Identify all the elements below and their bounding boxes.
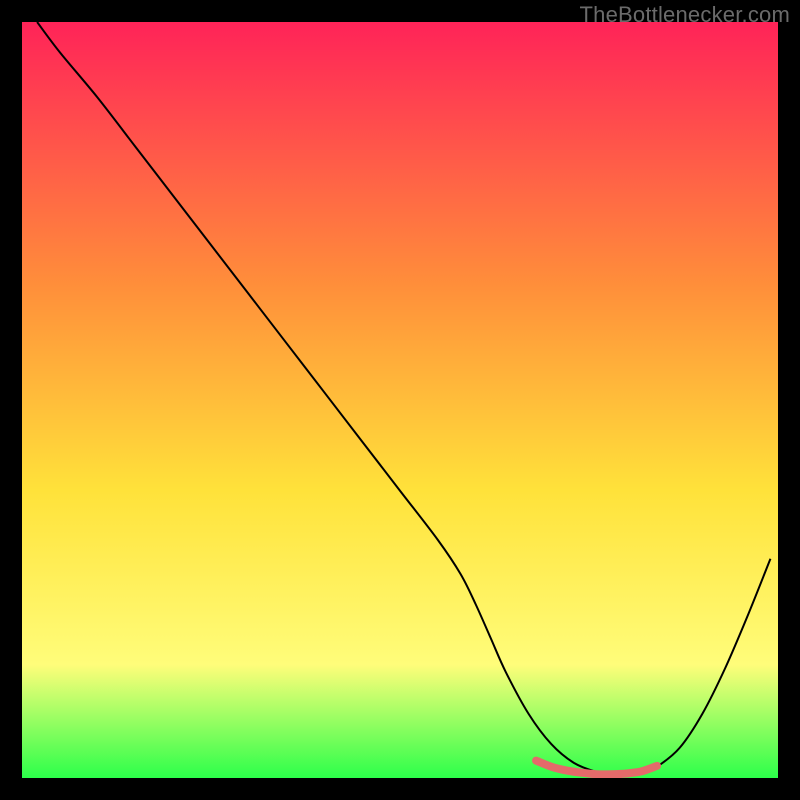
chart-frame (22, 22, 778, 778)
watermark-text: TheBottlenecker.com (580, 2, 790, 28)
gradient-background (22, 22, 778, 778)
chart-area (22, 22, 778, 778)
